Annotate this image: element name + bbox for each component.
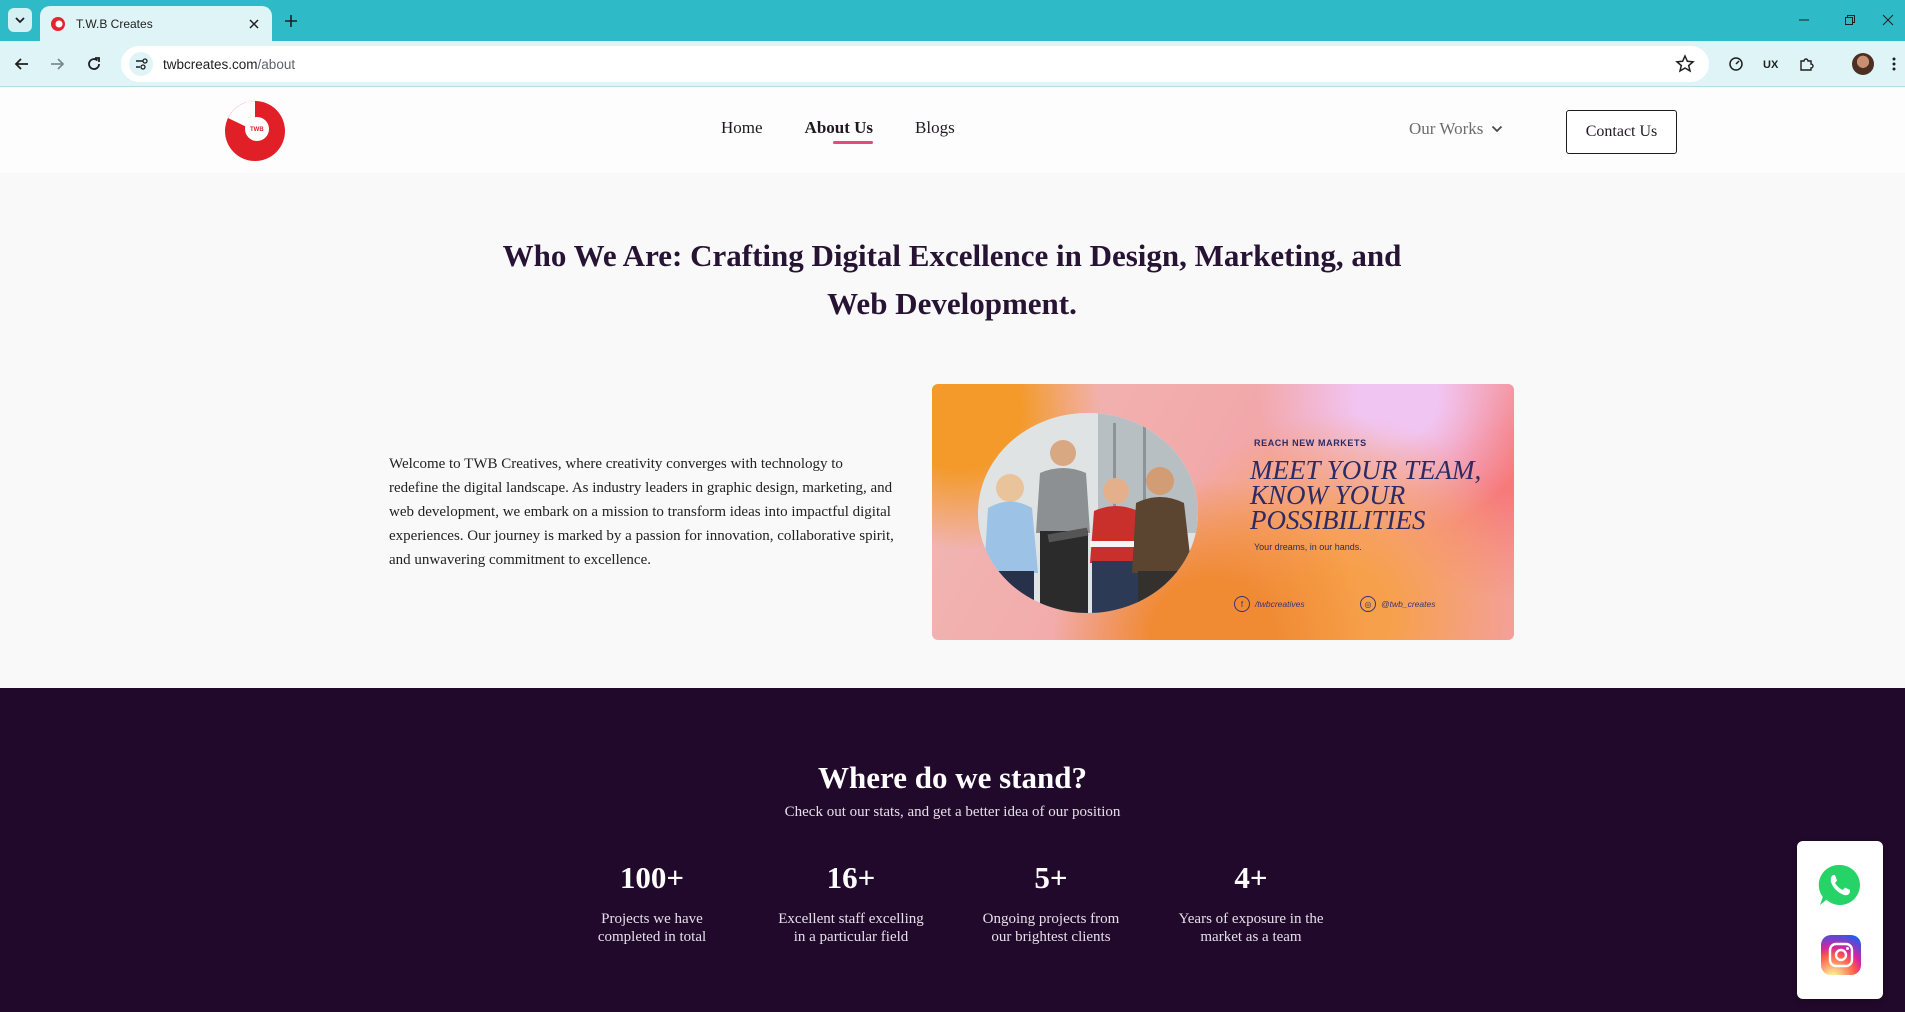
arrow-right-icon [51,58,65,70]
minimize-button[interactable] [1784,8,1824,32]
stats-section: Where do we stand? Check out our stats, … [0,688,1905,1012]
arrow-left-icon [14,58,28,70]
speed-extension-icon[interactable] [1724,52,1748,76]
stat-label: Projects we have completed in total [597,911,707,945]
address-bar[interactable]: twbcreates.com/about [121,46,1709,82]
profile-avatar[interactable] [1852,53,1874,75]
banner-instagram: ◎ @twb_creates [1360,596,1435,612]
restore-button[interactable] [1830,8,1870,32]
floating-social-widget [1797,841,1883,999]
tab-search-button[interactable] [8,8,32,32]
svg-text:UX: UX [1763,59,1779,71]
minimize-icon [1799,19,1809,21]
new-tab-button[interactable] [280,10,302,32]
site-info-icon[interactable] [129,52,153,76]
back-button[interactable] [10,52,34,76]
chevron-down-icon [15,17,25,24]
stat-label: Ongoing projects from our brightest clien… [982,911,1120,945]
banner-facebook-handle: /twbcreatives [1255,599,1305,609]
stats-title: Where do we stand? [818,760,1087,795]
ux-extension-icon[interactable]: UX [1759,52,1783,76]
bookmark-star-icon[interactable] [1675,54,1695,74]
reload-button[interactable] [82,52,106,76]
site-header: TWB Home About Us Blogs Our Works Contac… [0,88,1905,173]
instagram-icon[interactable] [1821,935,1861,975]
forward-button[interactable] [45,52,69,76]
browser-toolbar: twbcreates.com/about UX [0,41,1905,87]
close-tab-icon[interactable] [246,16,262,32]
url-path: /about [257,56,296,72]
contact-us-button[interactable]: Contact Us [1566,110,1677,154]
team-photo [978,413,1198,613]
stat-projects-completed: 100+ Projects we have completed in total [562,858,742,946]
close-icon [1882,14,1893,26]
browser-tab-strip: T.W.B Creates [0,0,1905,41]
logo-text: TWB [250,127,264,133]
stat-value: 5+ [1034,860,1068,895]
url-text: twbcreates.com/about [163,57,295,72]
banner-tag: REACH NEW MARKETS [1254,438,1367,448]
chevron-down-icon [1492,125,1503,133]
whatsapp-icon[interactable] [1817,862,1863,908]
stats-subtitle: Check out our stats, and get a better id… [784,804,1121,820]
close-window-button[interactable] [1870,8,1905,32]
restore-icon [1845,15,1855,25]
banner-instagram-handle: @twb_creates [1381,599,1436,609]
browser-tab[interactable]: T.W.B Creates [40,6,272,41]
extensions-puzzle-icon[interactable] [1794,52,1818,76]
tab-title: T.W.B Creates [76,16,153,31]
stat-staff: 16+ Excellent staff excelling in a partic… [761,858,941,946]
our-works-label: Our Works [1409,119,1484,138]
banner-facebook: f /twbcreatives [1234,596,1305,612]
banner-headline: MEET YOUR TEAM, KNOW YOUR POSSIBILITIES [1250,457,1500,535]
stat-value: 16+ [826,860,876,895]
stat-label: Excellent staff excelling in a particular… [778,911,924,945]
nav-home[interactable]: Home [721,118,763,138]
our-works-dropdown[interactable]: Our Works [1409,119,1503,139]
site-favicon-icon [51,16,65,31]
facebook-icon: f [1234,596,1250,612]
instagram-outline-icon: ◎ [1360,596,1376,612]
url-domain: twbcreates.com [163,56,258,72]
more-menu-icon[interactable] [1886,52,1902,76]
about-title-line-1: Who We Are: Crafting Digital Excellence … [502,238,1402,273]
about-title: Who We Are: Crafting Digital Excellence … [452,232,1452,328]
banner-headline-line-3: POSSIBILITIES [1250,505,1426,535]
banner-subline: Your dreams, in our hands. [1254,542,1362,552]
stat-ongoing-projects: 5+ Ongoing projects from our brightest cl… [961,858,1141,946]
stat-years: 4+ Years of exposure in the market as a t… [1161,858,1341,946]
team-banner-image: REACH NEW MARKETS MEET YOUR TEAM, KNOW Y… [932,384,1514,640]
reload-icon [88,57,100,70]
nav-about-us[interactable]: About Us [805,118,873,144]
main-nav: Home About Us Blogs [721,118,955,144]
about-paragraph: Welcome to TWB Creatives, where creativi… [389,456,894,568]
stat-value: 4+ [1234,860,1268,895]
nav-blogs[interactable]: Blogs [915,118,955,138]
about-title-line-2: Web Development. [827,286,1077,321]
stat-value: 100+ [619,860,685,895]
plus-icon [285,15,297,27]
twb-logo[interactable]: TWB [224,100,286,162]
stat-label: Years of exposure in the market as a team [1178,911,1324,945]
